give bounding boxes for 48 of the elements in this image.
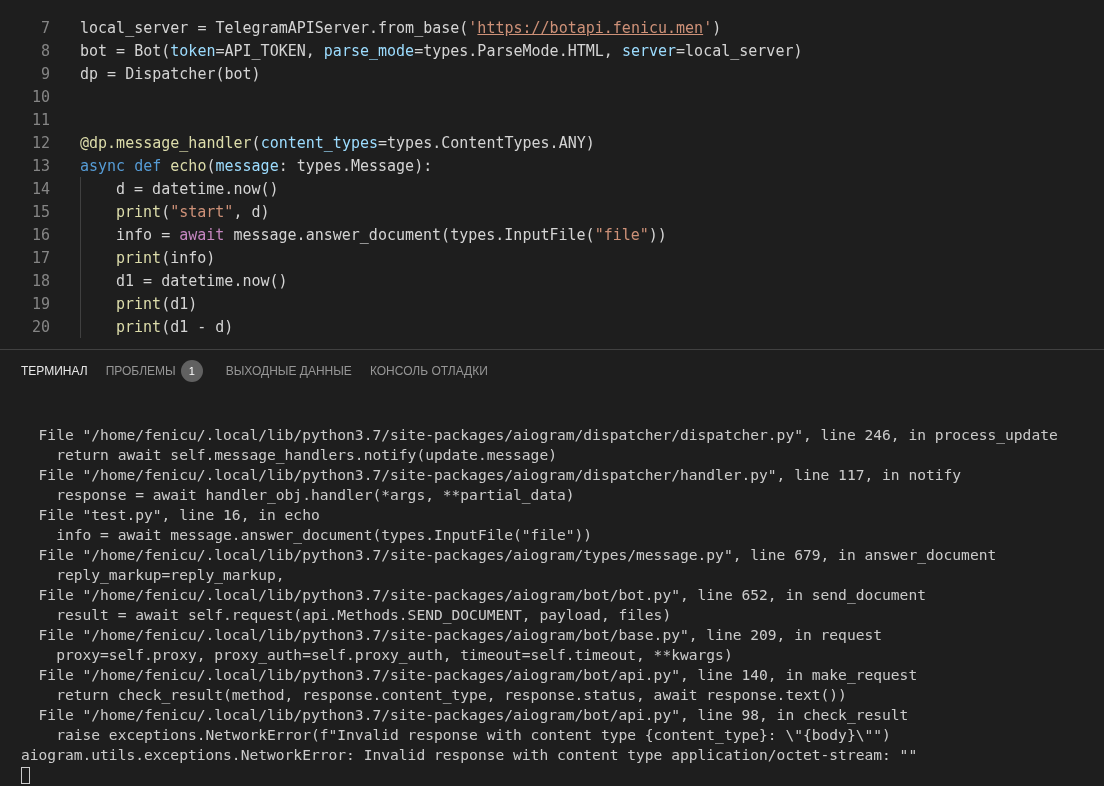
terminal-line: result = await self.request(api.Methods.SEND_DOCUMENT, payload, files) bbox=[55, 605, 673, 625]
terminal-line: reply_markup=reply_markup, bbox=[55, 565, 286, 585]
code-line: print(d1 - d) bbox=[116, 317, 234, 336]
line-number: 19 bbox=[30, 294, 50, 313]
code-line: bot = Bot(token=API_TOKEN, parse_mode=types.ParseMode.HTML, server=local_server) bbox=[80, 41, 803, 60]
terminal-line: proxy=self.proxy, proxy_auth=self.proxy_auth, timeout=self.timeout, **kwargs) bbox=[55, 645, 734, 665]
terminal-line: return await self.message_handlers.notify(update.message) bbox=[55, 445, 558, 465]
line-number: 16 bbox=[30, 225, 50, 244]
code-line: local_server = TelegramAPIServer.from_base('https://botapi.fenicu.men') bbox=[80, 18, 722, 37]
line-number: 18 bbox=[30, 271, 50, 290]
terminal-line: File "test.py", line 16, in echo bbox=[37, 505, 321, 525]
panel-tab[interactable]: ВЫХОДНЫЕ ДАННЫЕ bbox=[216, 360, 361, 382]
terminal-line: raise exceptions.NetworkError(f"Invalid response with content type {content_type}: \"{body}\"") bbox=[55, 725, 892, 745]
line-number: 20 bbox=[30, 317, 50, 336]
code-line: info = await message.answer_document(types.InputFile("file")) bbox=[116, 225, 667, 244]
line-number: 15 bbox=[30, 202, 50, 221]
code-line: async def echo(message: types.Message): bbox=[80, 156, 433, 175]
terminal-line: File "/home/fenicu/.local/lib/python3.7/site-packages/aiogram/dispatcher/dispatcher.py", line 246, in process_update bbox=[37, 425, 1059, 445]
panel-tab[interactable]: КОНСОЛЬ ОТЛАДКИ bbox=[360, 360, 497, 382]
line-number: 10 bbox=[30, 87, 50, 106]
line-number: 13 bbox=[30, 156, 50, 175]
line-number: 14 bbox=[30, 179, 50, 198]
terminal-line: File "/home/fenicu/.local/lib/python3.7/site-packages/aiogram/bot/base.py", line 209, in request bbox=[37, 625, 884, 645]
code-line: d1 = datetime.now() bbox=[116, 271, 288, 290]
line-number: 12 bbox=[30, 133, 50, 152]
code-line: d = datetime.now() bbox=[116, 179, 279, 198]
count-badge: 1 bbox=[180, 360, 203, 382]
terminal-line: File "/home/fenicu/.local/lib/python3.7/site-packages/aiogram/types/message.py", line 679, in answer_document bbox=[37, 545, 998, 565]
terminal-line: aiogram.utils.exceptions.NetworkError: Invalid response with content type application/octet-stream: "" bbox=[21, 745, 919, 765]
terminal-cursor bbox=[21, 767, 30, 784]
code-line: @dp.message_handler(content_types=types.ContentTypes.ANY) bbox=[80, 133, 595, 152]
terminal-line: info = await message.answer_document(types.InputFile("file")) bbox=[55, 525, 594, 545]
code-line: print(info) bbox=[116, 248, 216, 267]
panel-tab[interactable]: ТЕРМИНАЛ bbox=[12, 360, 97, 382]
line-number: 11 bbox=[30, 110, 50, 129]
line-number: 9 bbox=[39, 64, 50, 83]
line-number: 17 bbox=[30, 248, 50, 267]
code-line: print(d1) bbox=[116, 294, 198, 313]
terminal-line: File "/home/fenicu/.local/lib/python3.7/site-packages/aiogram/bot/api.py", line 98, in check_result bbox=[37, 705, 910, 725]
terminal-line: File "/home/fenicu/.local/lib/python3.7/site-packages/aiogram/dispatcher/handler.py", line 117, in notify bbox=[37, 465, 963, 485]
terminal-line: File "/home/fenicu/.local/lib/python3.7/site-packages/aiogram/bot/api.py", line 140, in make_request bbox=[37, 665, 919, 685]
line-number: 8 bbox=[39, 41, 50, 60]
code-line: dp = Dispatcher(bot) bbox=[80, 64, 261, 83]
line-number: 7 bbox=[39, 18, 50, 37]
terminal-line: File "/home/fenicu/.local/lib/python3.7/site-packages/aiogram/bot/bot.py", line 652, in send_document bbox=[37, 585, 927, 605]
terminal-line: return check_result(method, response.content_type, response.status, await response.text()) bbox=[55, 685, 848, 705]
code-line: print("start", d) bbox=[116, 202, 270, 221]
terminal-line: response = await handler_obj.handler(*args, **partial_data) bbox=[55, 485, 576, 505]
